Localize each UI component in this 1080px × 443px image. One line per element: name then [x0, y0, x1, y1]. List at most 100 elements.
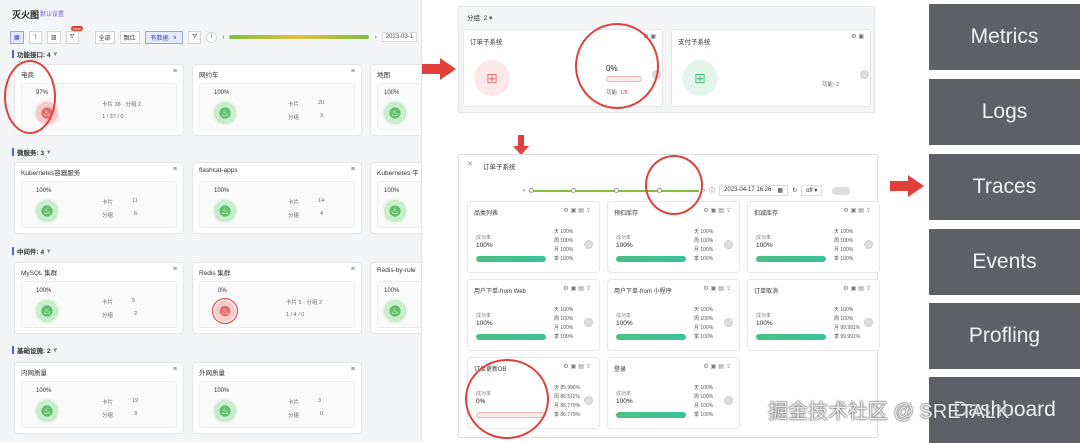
timeline-prev-icon[interactable]: ‹ [523, 188, 525, 194]
card-actions-icon[interactable]: ⚙▣▤⇪ [703, 285, 733, 292]
chevron-down-icon: ▾ [53, 51, 57, 58]
info-icon[interactable]: ⓘ [709, 186, 715, 195]
app-grid-icon: ⊞ [474, 60, 510, 96]
scope-all-button[interactable]: 全部 [94, 30, 115, 44]
refresh-icon[interactable]: ↻ [792, 187, 797, 194]
timeline-prev-icon[interactable]: ‹ [222, 34, 224, 41]
arrow-button[interactable] [724, 318, 733, 327]
card-redis[interactable]: Redis 集群 ≡ 0% ♨ 卡片 5 · 分组 2 1 / 4 / 0 [192, 262, 362, 334]
arrow-button[interactable] [584, 240, 593, 249]
success-rate-label: 成功率 [756, 313, 772, 319]
new-badge: new [71, 25, 83, 31]
card-map[interactable]: 地图 100% ♨ [370, 64, 421, 136]
highlight-circle [645, 155, 703, 215]
menu-icon[interactable]: ≡ [351, 366, 355, 373]
menu-icon[interactable]: ≡ [173, 366, 177, 373]
feature-card[interactable]: 订单取消 ⚙▣▤⇪ 成功率 100% 天 100% 周 100% 月 99.991% 季 99… [747, 279, 880, 351]
feature-card-title: 扣减库存 [754, 211, 779, 217]
scope-red-button[interactable]: 飘红 [119, 30, 140, 44]
card-actions-icon[interactable]: ⚙▣▤⇪ [703, 363, 733, 370]
card-k8s-platform[interactable]: Kubernetes 平 100% ♨ [370, 162, 421, 234]
card-flashcat[interactable]: flashcat-apps ≡ 100% ♨ 卡片 14 分组 4 [192, 162, 362, 234]
card-actions-icon[interactable]: ⚙▣▤⇪ [563, 363, 593, 370]
arrow-button[interactable] [860, 70, 869, 79]
feature-card[interactable]: 用户下单-from 小程序 ⚙▣▤⇪ 成功率 100% 天 100% 周 100% 月 10… [607, 279, 740, 351]
menu-icon[interactable]: ≡ [351, 266, 355, 273]
menu-icon[interactable]: ≡ [351, 166, 355, 173]
firefighting-map-panel: 灭火图 默认设置 ▦ ⊤ ▥ ⛛ new 全部 飘红 有数据 ∨ ⛛ i ‹ › … [0, 0, 422, 442]
card-actions-icon[interactable]: ⚙▣▤⇪ [843, 207, 873, 214]
card-extranet[interactable]: 外网质量 ≡ 100% ♨ 卡片 3 分组 0 [192, 362, 362, 434]
card-carhail[interactable]: 网约车 ≡ 100% ♨ 卡片 20 分组 3 [192, 64, 362, 136]
menu-icon[interactable]: ≡ [173, 266, 177, 273]
feature-card[interactable]: 扣减库存 ⚙▣▤⇪ 成功率 100% 天 100% 周 100% 月 100% 季 100% [747, 201, 880, 273]
filter-toggle-button[interactable]: ⛛ new [65, 25, 83, 44]
success-rate-value: 100% [616, 242, 633, 249]
toolbar: ▦ ⊤ ▥ ⛛ new 全部 飘红 有数据 ∨ ⛛ i ‹ › 2023-03-1 [10, 25, 421, 46]
card-actions-icon[interactable]: ⚙▣▤⇪ [563, 207, 593, 214]
chevron-down-icon: ▾ [47, 149, 51, 156]
section-middleware[interactable]: 中间件: 4 ▾ [12, 246, 50, 256]
section-microservices[interactable]: 微服务: 3 ▾ [12, 147, 50, 157]
settings-icon[interactable]: ⚙ ▣ [851, 33, 864, 40]
card-redis-by-rule[interactable]: Redis-by-rule 100% ♨ [370, 262, 421, 334]
filter-button[interactable]: ⛛ [188, 30, 202, 44]
card-mysql[interactable]: MySQL 集群 ≡ 100% ♨ 卡片 5 分组 2 [14, 262, 184, 334]
feature-card[interactable]: 登录 ⚙▣▤⇪ 成功率 100% 天 100% 周 100% 月 100% 季 100% [607, 357, 740, 429]
period-stat: 周 100% [694, 238, 714, 244]
card-pay-subsystem[interactable]: 支付子系统 ⚙ ▣ ⊞ 功能: 2 [671, 29, 871, 107]
arrow-button[interactable] [584, 318, 593, 327]
timeline-slider[interactable] [229, 35, 370, 39]
events-box: Events [929, 229, 1080, 295]
info-button[interactable]: i [206, 31, 218, 43]
date-picker[interactable]: 2023-04-17 16:26 ▦ [719, 185, 789, 196]
menu-icon[interactable]: ≡ [351, 68, 355, 75]
arrow-button[interactable] [864, 318, 873, 327]
period-stat: 月 100% [554, 247, 574, 253]
section-infrastructure[interactable]: 基础设施: 2 ▾ [12, 345, 57, 355]
arrow-button[interactable] [724, 396, 733, 405]
period-stat: 季 86.779% [554, 412, 581, 418]
scope-data-select[interactable]: 有数据 ∨ [144, 30, 184, 44]
grid-view-button[interactable]: ▦ [10, 30, 24, 44]
feature-card-title: 用户下单-from Web [474, 289, 526, 295]
arrow-right-icon [422, 58, 456, 80]
date-picker[interactable]: 2023-03-1 [381, 32, 418, 42]
success-rate-label: 成功率 [476, 313, 492, 319]
toggle-switch[interactable] [832, 186, 851, 195]
period-stat: 天 100% [694, 307, 714, 313]
menu-icon[interactable]: ≡ [173, 166, 177, 173]
highlight-circle [575, 23, 659, 109]
close-icon[interactable]: ✕ [467, 160, 473, 168]
menu-icon[interactable]: ≡ [173, 68, 177, 75]
card-actions-icon[interactable]: ⚙▣▤⇪ [563, 285, 593, 292]
card-actions-icon[interactable]: ⚙▣▤⇪ [703, 207, 733, 214]
tree-view-button[interactable]: ⊤ [28, 30, 42, 44]
period-stat: 季 100% [554, 334, 574, 340]
arrow-button[interactable] [724, 240, 733, 249]
period-stat: 季 100% [694, 256, 714, 262]
settings-link[interactable]: 默认设置 [40, 9, 64, 18]
timeline-next-icon[interactable]: › [703, 188, 705, 194]
group-label[interactable]: 分组: 2 ▾ [467, 12, 492, 22]
card-k8s[interactable]: Kubernetes容器服务 ≡ 100% ♨ 卡片 11 分组 6 [14, 162, 184, 234]
period-stat: 周 100% [554, 316, 574, 322]
bar-chart-icon: ▥ [50, 34, 57, 41]
feature-card[interactable]: 品类列表 ⚙▣▤⇪ 成功率 100% 天 100% 周 100% 月 100% 季 100% [467, 201, 600, 273]
timeline-next-icon[interactable]: › [374, 34, 376, 41]
flame-icon: ♨ [382, 298, 408, 324]
success-rate-value: 100% [756, 320, 773, 327]
flame-icon: ♨ [34, 298, 60, 324]
arrow-button[interactable] [584, 396, 593, 405]
period-stat: 月 100% [554, 325, 574, 331]
section-feature-interfaces[interactable]: 功能接口: 4 ▾ [12, 49, 57, 59]
refresh-interval-select[interactable]: off ▾ [801, 185, 823, 196]
chevron-down-icon: ∨ [172, 34, 178, 41]
feature-card[interactable]: 用户下单-from Web ⚙▣▤⇪ 成功率 100% 天 100% 周 100% 月 10… [467, 279, 600, 351]
chart-view-button[interactable]: ▥ [46, 30, 61, 44]
arrow-button[interactable] [864, 240, 873, 249]
card-actions-icon[interactable]: ⚙▣▤⇪ [843, 285, 873, 292]
profiling-box: Profling [929, 303, 1080, 369]
period-stat: 周 100% [834, 316, 854, 322]
card-intranet[interactable]: 内网质量 ≡ 100% ♨ 卡片 19 分组 3 [14, 362, 184, 434]
